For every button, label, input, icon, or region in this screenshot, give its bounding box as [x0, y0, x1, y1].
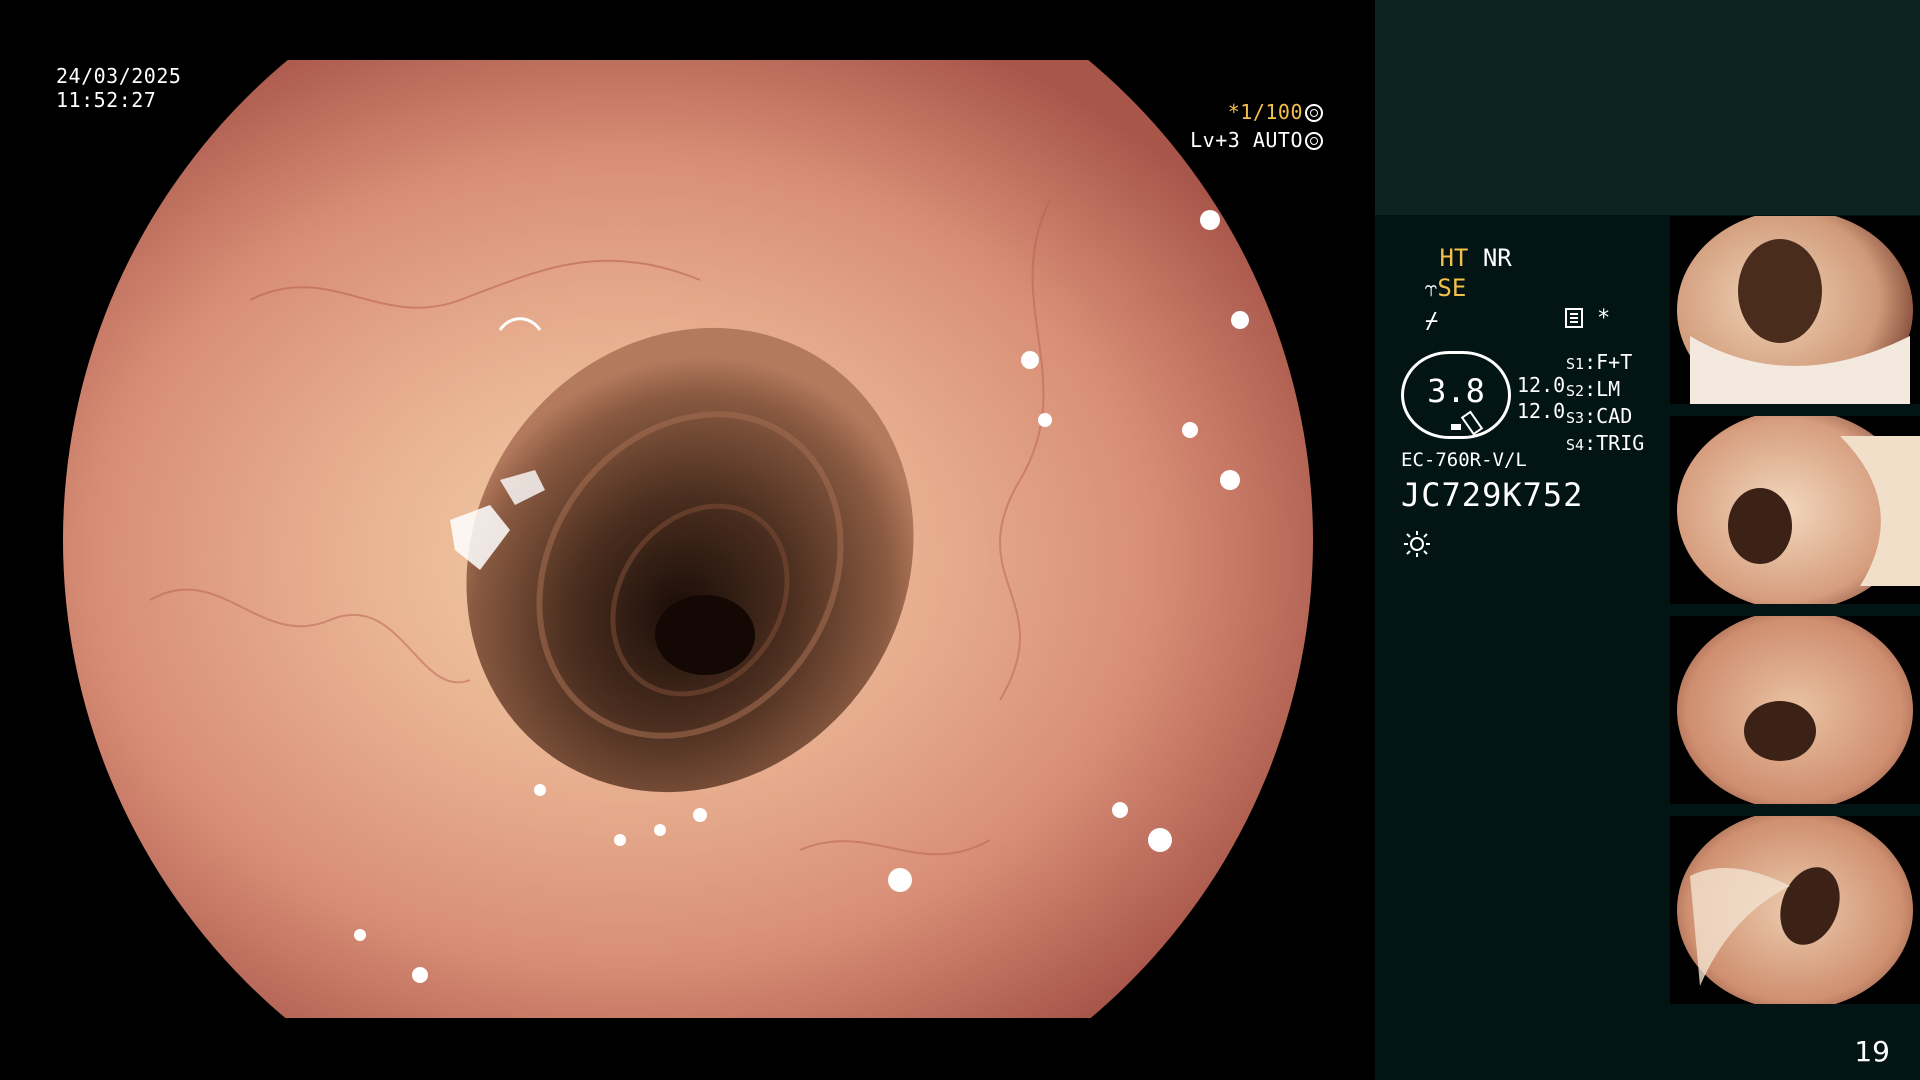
date-time-readout: 24/03/2025 11:52:27	[56, 64, 181, 112]
endoscopic-image	[63, 0, 1313, 1080]
switch-value: F+T	[1596, 350, 1633, 374]
switch-value: LM	[1596, 377, 1621, 401]
endoscope-view: 24/03/2025 11:52:27 *1/100 Lv+3 AUTO	[0, 0, 1375, 1080]
pressure-2: 12.0	[1517, 399, 1566, 423]
pressure-1: 12.0	[1517, 373, 1566, 397]
switch-row: S2:LM	[1566, 377, 1621, 401]
scope-tilt-icon	[1460, 410, 1484, 436]
scope-gauge-bar	[1451, 424, 1461, 430]
switch-value: CAD	[1596, 404, 1633, 428]
menu-star: *	[1597, 306, 1611, 331]
se-indicator: SE	[1437, 274, 1467, 302]
switch-value: TRIG	[1596, 431, 1645, 455]
level-text: Lv+3 AUTO	[1190, 128, 1303, 152]
auto-level-icon	[1305, 132, 1323, 150]
switch-row: S1:F+T	[1566, 350, 1633, 374]
time-text: 11:52:27	[56, 88, 157, 112]
switch-row: S3:CAD	[1566, 404, 1633, 428]
page-number: 19	[1854, 1035, 1890, 1068]
date-text: 24/03/2025	[56, 64, 182, 88]
level-readout: Lv+3 AUTO	[1190, 128, 1323, 152]
menu-icon	[1565, 308, 1583, 328]
scope-serial: JC729K752	[1401, 476, 1584, 514]
switch-row: S4:TRIG	[1566, 431, 1645, 455]
switch-assignments: S1:F+T S2:LM S3:CAD S4:TRIG	[1566, 350, 1644, 458]
nr-indicator: NR	[1482, 244, 1512, 272]
info-panel: HT NR ⥾SE ⌿ * 3.8 12.0 12.0 S1:F+T S2:LM…	[1375, 0, 1920, 1080]
mode-indicators: HT NR ⥾SE ⌿	[1425, 243, 1512, 337]
ht-indicator: HT	[1439, 244, 1469, 272]
capture-thumbnail[interactable]	[1670, 816, 1920, 1004]
shutter-text: *1/100	[1227, 100, 1303, 124]
scope-value: 3.8	[1427, 372, 1485, 410]
shutter-readout: *1/100	[1228, 100, 1323, 124]
scope-status-gauge: 3.8	[1401, 351, 1511, 439]
switch-key: S4	[1566, 436, 1585, 454]
capture-thumbnail[interactable]	[1670, 616, 1920, 804]
pressure-readout: 12.0 12.0	[1517, 372, 1565, 424]
capture-thumbnail[interactable]	[1670, 216, 1920, 404]
structure-enhance-icon: ⥾	[1425, 277, 1438, 302]
switch-key: S3	[1566, 409, 1585, 427]
switch-key: S1	[1566, 355, 1585, 373]
color-mode-icon: ⌿	[1425, 309, 1439, 334]
panel-header-area	[1375, 0, 1920, 215]
capture-thumbnail[interactable]	[1670, 416, 1920, 604]
switch-key: S2	[1566, 382, 1585, 400]
light-source-icon	[1404, 531, 1430, 557]
shutter-icon	[1305, 104, 1323, 122]
scope-model: EC-760R-V/L	[1401, 449, 1527, 471]
